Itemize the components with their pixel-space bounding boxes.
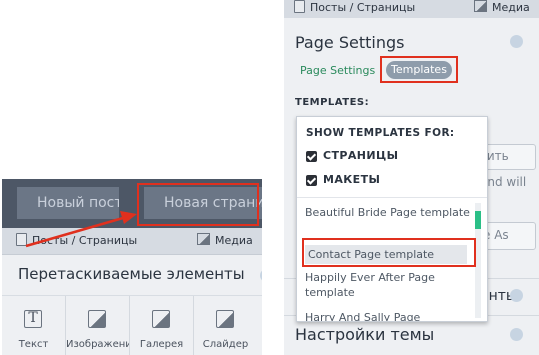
contact-template-highlight xyxy=(302,238,476,267)
layouts-checkbox-label[interactable]: МАКЕТЫ xyxy=(323,173,380,186)
template-item[interactable]: Happily Ever After Page template xyxy=(305,270,470,300)
dropdown-header: SHOW TEMPLATES FOR: xyxy=(306,127,455,139)
template-item[interactable]: Harry And Sally Page xyxy=(305,310,470,321)
templates-label: TEMPLATES: xyxy=(295,97,370,108)
templates-tab-highlight xyxy=(380,56,458,83)
document-icon xyxy=(294,0,305,13)
pages-checkbox-label[interactable]: СТРАНИЦЫ xyxy=(323,149,398,162)
right-sub-nav: Посты / Страницы Медиа xyxy=(284,0,539,18)
posts-pages-link[interactable]: Посты / Страницы xyxy=(294,0,415,14)
layouts-checkbox[interactable] xyxy=(306,175,317,186)
image-icon xyxy=(474,0,487,12)
template-item[interactable]: Beautiful Bride Page template xyxy=(305,205,470,220)
pages-checkbox[interactable] xyxy=(306,151,317,162)
divider xyxy=(297,197,487,198)
collapse-icon[interactable] xyxy=(510,328,523,341)
tab-page-settings[interactable]: Page Settings xyxy=(300,64,375,77)
collapse-icon[interactable] xyxy=(510,289,523,302)
page-settings-title: Page Settings xyxy=(295,33,405,52)
dropdown-scrollbar-thumb[interactable] xyxy=(475,211,481,229)
templates-dropdown[interactable]: SHOW TEMPLATES FOR: СТРАНИЦЫ МАКЕТЫ Beau… xyxy=(296,116,488,322)
theme-settings-title: Настройки темы xyxy=(295,325,435,344)
collapse-icon[interactable] xyxy=(510,35,523,48)
media-link[interactable]: Медиа xyxy=(474,0,530,14)
